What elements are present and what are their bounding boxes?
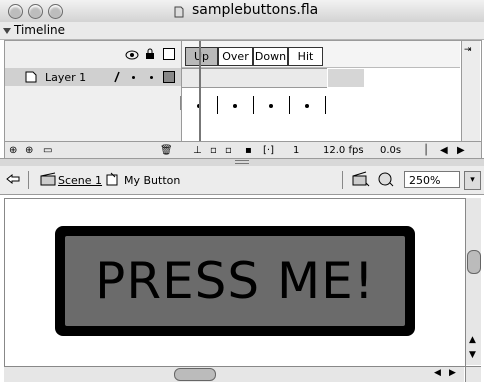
frame-label-hit[interactable]: Hit bbox=[288, 47, 323, 66]
center-frame-icon[interactable]: ⊥ bbox=[193, 145, 202, 156]
scroll-grip-icon[interactable]: │ bbox=[423, 145, 429, 156]
frame-cell[interactable] bbox=[290, 96, 326, 114]
lock-icon[interactable] bbox=[145, 48, 155, 60]
resize-corner[interactable] bbox=[465, 366, 481, 382]
eye-icon[interactable] bbox=[125, 50, 139, 60]
close-button[interactable] bbox=[8, 4, 23, 19]
edit-bar: Scene 1 My Button 250% ▾ bbox=[0, 166, 484, 195]
document-icon bbox=[174, 6, 184, 18]
stage-vscroll[interactable]: ▲ ▼ bbox=[465, 198, 481, 365]
layer-page-icon bbox=[25, 71, 37, 83]
layer-color-swatch[interactable] bbox=[163, 71, 175, 83]
resize-grip[interactable] bbox=[180, 96, 181, 110]
frame-cell[interactable] bbox=[218, 96, 254, 114]
edit-multiple-frames-icon[interactable]: ▪ bbox=[245, 145, 252, 156]
visibility-dot[interactable] bbox=[132, 76, 135, 79]
scroll-up-icon[interactable]: ▲ bbox=[469, 335, 476, 345]
frame-row[interactable] bbox=[182, 68, 327, 114]
symbol-breadcrumb: My Button bbox=[124, 174, 181, 187]
scroll-left-icon[interactable]: ◀ bbox=[434, 368, 441, 378]
scroll-right-arrow-icon[interactable]: ▶ bbox=[457, 145, 465, 156]
frame-rate: 12.0 fps bbox=[323, 145, 364, 156]
vscroll-thumb[interactable] bbox=[467, 250, 481, 274]
onion-outline-icon[interactable]: ▫ bbox=[225, 145, 232, 156]
zoom-field[interactable]: 250% bbox=[404, 171, 460, 188]
window-title: samplebuttons.fla bbox=[192, 2, 319, 18]
button-symbol-icon bbox=[106, 172, 118, 186]
window-title-bar: samplebuttons.fla bbox=[0, 0, 484, 23]
collapse-triangle-icon[interactable] bbox=[3, 28, 11, 34]
edit-symbols-icon[interactable] bbox=[376, 171, 394, 187]
frame-label-over[interactable]: Over bbox=[218, 47, 253, 66]
frame-view-menu-icon[interactable]: ⇥ bbox=[464, 45, 472, 55]
keyframe-dot bbox=[269, 104, 273, 108]
scene-breadcrumb[interactable]: Scene 1 bbox=[58, 174, 102, 187]
pencil-icon bbox=[114, 71, 120, 83]
lock-dot[interactable] bbox=[150, 76, 153, 79]
layer-list: Layer 1 bbox=[5, 41, 182, 141]
back-arrow-icon[interactable] bbox=[6, 174, 20, 184]
scroll-left-arrow-icon[interactable]: ◀ bbox=[440, 145, 448, 156]
playhead[interactable] bbox=[199, 41, 201, 141]
insert-folder-icon[interactable]: ▭ bbox=[43, 145, 52, 156]
frame-cell[interactable] bbox=[254, 96, 290, 114]
frame-label-up[interactable]: Up bbox=[185, 47, 218, 66]
layer-name: Layer 1 bbox=[45, 71, 87, 84]
button-label: PRESS ME! bbox=[95, 252, 375, 310]
stage[interactable]: PRESS ME! bbox=[4, 198, 466, 367]
zoom-dropdown-icon[interactable]: ▾ bbox=[464, 171, 481, 190]
outline-toggle-icon[interactable] bbox=[163, 48, 175, 60]
elapsed-time: 0.0s bbox=[380, 145, 402, 156]
modify-markers-icon[interactable]: [·] bbox=[263, 145, 274, 156]
splitter-grip[interactable] bbox=[235, 160, 249, 161]
keyframe-dot bbox=[305, 104, 309, 108]
scene-clapper-icon bbox=[40, 172, 56, 186]
scroll-down-icon[interactable]: ▼ bbox=[469, 350, 476, 360]
add-layer-icon[interactable]: ⊕ bbox=[9, 145, 17, 156]
layer-row[interactable]: Layer 1 bbox=[5, 68, 181, 86]
empty-frame-block bbox=[328, 69, 364, 87]
frames-grid[interactable]: Up Over Down Hit bbox=[182, 41, 460, 141]
timeline-title: Timeline bbox=[14, 23, 66, 37]
onion-skin-icon[interactable]: ▫ bbox=[210, 145, 217, 156]
button-symbol-border[interactable]: PRESS ME! bbox=[55, 226, 415, 336]
minimize-button[interactable] bbox=[28, 4, 43, 19]
zoom-button[interactable] bbox=[48, 4, 63, 19]
hscroll-thumb[interactable] bbox=[174, 368, 216, 381]
timeline-header[interactable]: Timeline bbox=[0, 22, 484, 40]
divider bbox=[342, 171, 343, 189]
current-frame: 1 bbox=[293, 145, 300, 156]
scroll-right-icon[interactable]: ▶ bbox=[449, 368, 456, 378]
add-guide-layer-icon[interactable]: ⊕ bbox=[25, 145, 33, 156]
button-symbol-fill[interactable]: PRESS ME! bbox=[65, 236, 405, 326]
frame-label-down[interactable]: Down bbox=[253, 47, 288, 66]
delete-layer-icon[interactable]: 🗑 bbox=[160, 145, 173, 156]
timeline-panel: Layer 1 Up Over Down Hit ⇥ ⊕ ⊕ ▭ 🗑 ⊥ ▫ ▫… bbox=[4, 40, 482, 160]
edit-scene-icon[interactable] bbox=[352, 171, 370, 187]
timeline-vscroll[interactable]: ⇥ bbox=[461, 41, 480, 141]
divider bbox=[28, 171, 29, 189]
stage-hscroll[interactable]: ◀ ▶ bbox=[4, 366, 464, 382]
keyframe-dot bbox=[233, 104, 237, 108]
